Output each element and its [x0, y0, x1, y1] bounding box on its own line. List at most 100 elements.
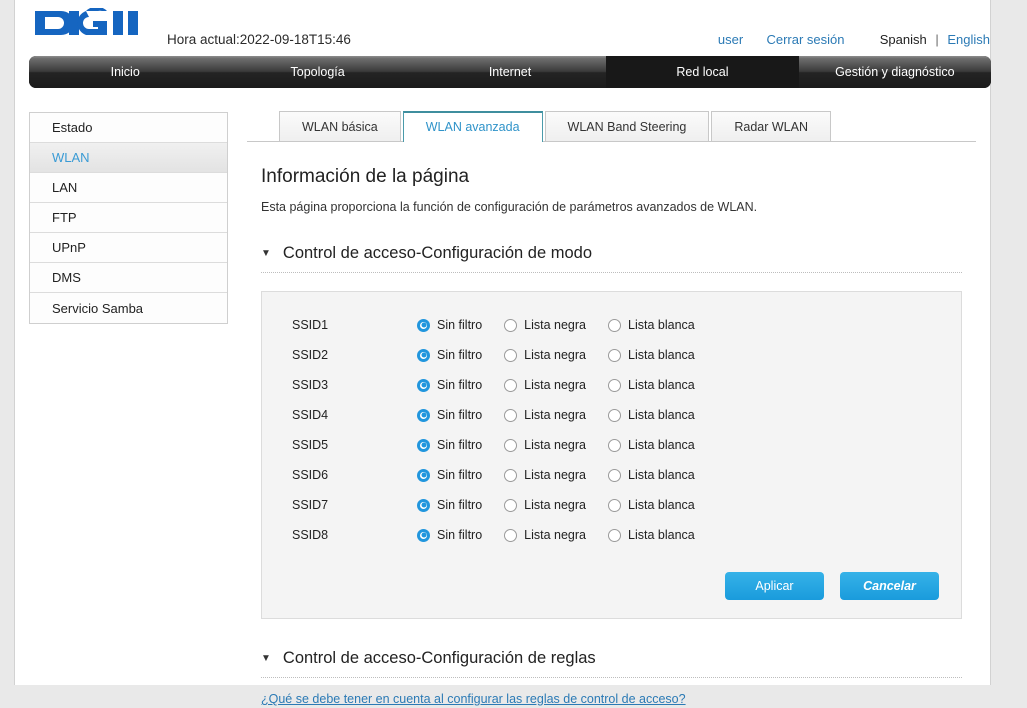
tab-wlan-basica[interactable]: WLAN básica [279, 111, 401, 141]
radio-option-sin-filtro[interactable]: Sin filtro [417, 528, 482, 542]
access-rules-help-link[interactable]: ¿Qué se debe tener en cuenta al configur… [261, 692, 686, 706]
nav-item-red-local[interactable]: Red local [606, 56, 799, 88]
radio-button-icon[interactable] [608, 318, 622, 332]
radio-option-label: Lista blanca [628, 408, 695, 422]
section-header-mode[interactable]: ▼ Control de acceso-Configuración de mod… [261, 244, 962, 273]
radio-option-lista-negra[interactable]: Lista negra [504, 348, 586, 362]
radio-option-lista-negra[interactable]: Lista negra [504, 378, 586, 392]
radio-option-lista-blanca[interactable]: Lista blanca [608, 468, 695, 482]
radio-button-icon[interactable] [417, 528, 430, 542]
radio-option-lista-negra[interactable]: Lista negra [504, 318, 586, 332]
radio-option-label: Sin filtro [437, 348, 483, 362]
radio-button-icon[interactable] [608, 468, 622, 482]
radio-button-icon[interactable] [504, 468, 518, 482]
ssid-label: SSID8 [292, 528, 329, 542]
tab-radar-wlan[interactable]: Radar WLAN [711, 111, 831, 141]
radio-button-icon[interactable] [417, 408, 430, 422]
radio-option-lista-negra[interactable]: Lista negra [504, 408, 586, 422]
radio-option-sin-filtro[interactable]: Sin filtro [417, 348, 482, 362]
language-spanish[interactable]: Spanish [880, 32, 927, 47]
radio-option-lista-blanca[interactable]: Lista blanca [608, 498, 695, 512]
current-time-label: Hora actual:2022-09-18T15:46 [167, 32, 351, 47]
radio-button-icon[interactable] [504, 348, 518, 362]
user-link[interactable]: user [718, 32, 743, 47]
content-area: Estado WLAN LAN FTP UPnP DMS Servicio Sa… [15, 98, 990, 706]
radio-button-icon[interactable] [504, 408, 518, 422]
radio-option-label: Lista blanca [628, 528, 695, 542]
sidebar-item-ftp[interactable]: FTP [30, 203, 227, 233]
radio-option-lista-blanca[interactable]: Lista blanca [608, 438, 695, 452]
sidebar-item-upnp[interactable]: UPnP [30, 233, 227, 263]
radio-button-icon[interactable] [417, 438, 430, 452]
radio-option-sin-filtro[interactable]: Sin filtro [417, 498, 482, 512]
nav-item-gestion-diagnostico[interactable]: Gestión y diagnóstico [798, 56, 991, 88]
ssid-row: SSID5 Sin filtro Lista negra Lista blanca [262, 430, 961, 460]
sidebar: Estado WLAN LAN FTP UPnP DMS Servicio Sa… [29, 112, 228, 324]
radio-button-icon[interactable] [504, 438, 518, 452]
page-header: Hora actual:2022-09-18T15:46 user Cerrar… [15, 0, 990, 56]
sidebar-item-wlan[interactable]: WLAN [30, 143, 227, 173]
radio-button-icon[interactable] [417, 498, 430, 512]
logout-link[interactable]: Cerrar sesión [766, 32, 844, 47]
language-english[interactable]: English [947, 32, 990, 47]
radio-option-label: Sin filtro [437, 468, 483, 482]
radio-button-icon[interactable] [608, 528, 622, 542]
radio-option-label: Lista blanca [628, 498, 695, 512]
radio-option-sin-filtro[interactable]: Sin filtro [417, 408, 482, 422]
radio-option-sin-filtro[interactable]: Sin filtro [417, 438, 482, 452]
radio-button-icon[interactable] [504, 528, 518, 542]
nav-item-inicio[interactable]: Inicio [29, 56, 222, 88]
tab-wlan-avanzada[interactable]: WLAN avanzada [402, 111, 543, 142]
ssid-row: SSID1 Sin filtro Lista negra Lista blanca [262, 310, 961, 340]
radio-button-icon[interactable] [417, 348, 430, 362]
main-navigation[interactable]: Inicio Topología Internet Red local Gest… [29, 56, 991, 88]
radio-button-icon[interactable] [608, 498, 622, 512]
radio-option-lista-negra[interactable]: Lista negra [504, 438, 586, 452]
radio-option-lista-blanca[interactable]: Lista blanca [608, 528, 695, 542]
panel-button-row: Aplicar Cancelar [262, 550, 961, 600]
radio-option-lista-blanca[interactable]: Lista blanca [608, 348, 695, 362]
radio-button-icon[interactable] [417, 378, 430, 392]
ssid-row: SSID6 Sin filtro Lista negra Lista blanca [262, 460, 961, 490]
radio-button-icon[interactable] [417, 318, 430, 332]
radio-button-icon[interactable] [608, 348, 622, 362]
radio-option-sin-filtro[interactable]: Sin filtro [417, 318, 482, 332]
radio-option-lista-negra[interactable]: Lista negra [504, 528, 586, 542]
sidebar-item-dms[interactable]: DMS [30, 263, 227, 293]
radio-option-label: Lista negra [524, 528, 587, 542]
radio-option-lista-blanca[interactable]: Lista blanca [608, 378, 695, 392]
radio-option-lista-blanca[interactable]: Lista blanca [608, 408, 695, 422]
radio-button-icon[interactable] [608, 438, 622, 452]
ssid-rows-container: SSID1 Sin filtro Lista negra Lista blanca SS… [262, 310, 961, 550]
apply-button[interactable]: Aplicar [725, 572, 824, 600]
tab-wlan-band-steering[interactable]: WLAN Band Steering [544, 111, 710, 141]
radio-option-sin-filtro[interactable]: Sin filtro [417, 378, 482, 392]
section-header-rules[interactable]: ▼ Control de acceso-Configuración de reg… [261, 649, 962, 678]
radio-option-label: Lista blanca [628, 318, 695, 332]
radio-button-icon[interactable] [608, 378, 622, 392]
radio-button-icon[interactable] [504, 498, 518, 512]
radio-option-lista-negra[interactable]: Lista negra [504, 498, 586, 512]
radio-button-icon[interactable] [504, 318, 518, 332]
sidebar-item-lan[interactable]: LAN [30, 173, 227, 203]
radio-option-lista-blanca[interactable]: Lista blanca [608, 318, 695, 332]
radio-button-icon[interactable] [608, 408, 622, 422]
ssid-row: SSID4 Sin filtro Lista negra Lista blanca [262, 400, 961, 430]
sidebar-item-estado[interactable]: Estado [30, 113, 227, 143]
radio-option-label: Sin filtro [437, 378, 483, 392]
radio-button-icon[interactable] [417, 468, 430, 482]
radio-option-label: Lista negra [524, 468, 587, 482]
language-separator: | [935, 32, 939, 47]
sidebar-item-servicio-samba[interactable]: Servicio Samba [30, 293, 227, 323]
radio-button-icon[interactable] [504, 378, 518, 392]
radio-option-label: Lista negra [524, 348, 587, 362]
radio-option-lista-negra[interactable]: Lista negra [504, 468, 586, 482]
ssid-row: SSID2 Sin filtro Lista negra Lista blanca [262, 340, 961, 370]
nav-item-internet[interactable]: Internet [413, 56, 607, 88]
cancel-button[interactable]: Cancelar [840, 572, 939, 600]
nav-item-topologia[interactable]: Topología [221, 56, 414, 88]
radio-option-label: Lista negra [524, 438, 587, 452]
radio-option-sin-filtro[interactable]: Sin filtro [417, 468, 482, 482]
ssid-label: SSID5 [292, 438, 329, 452]
radio-option-label: Lista blanca [628, 468, 695, 482]
